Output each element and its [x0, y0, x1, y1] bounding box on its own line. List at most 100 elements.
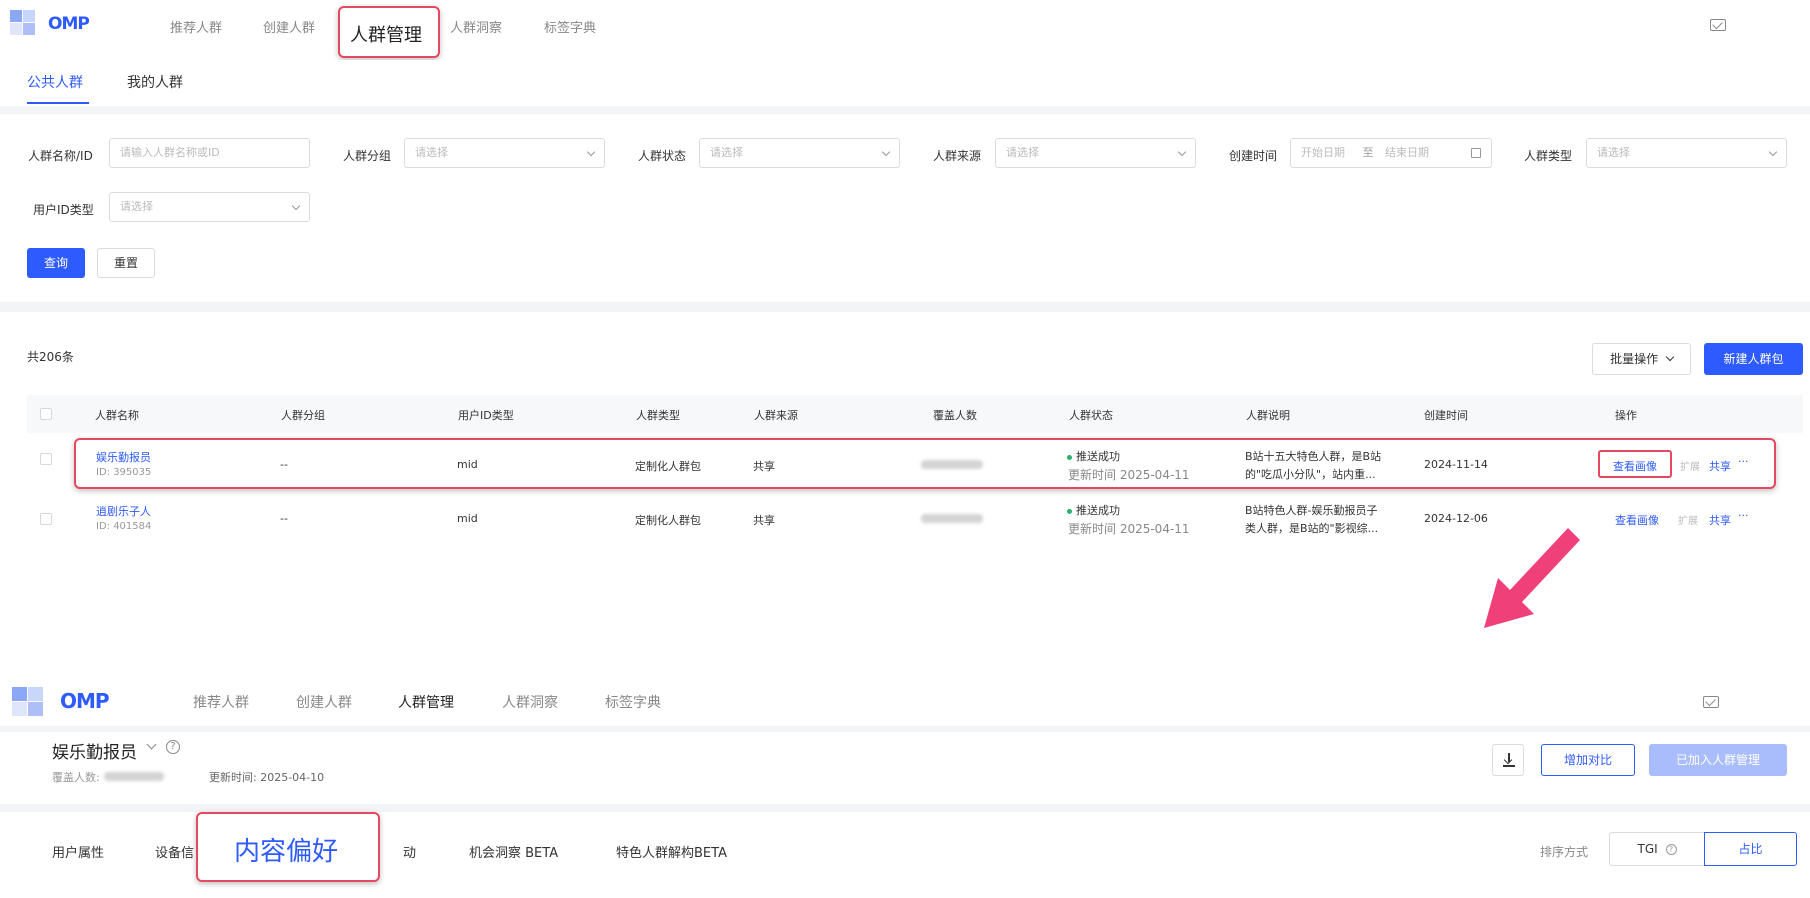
add-compare-button[interactable]: 增加对比: [1541, 744, 1635, 776]
filter-status-placeholder: 请选择: [710, 146, 743, 159]
filter-source-select[interactable]: 请选择: [995, 138, 1196, 168]
help-icon[interactable]: ?: [166, 740, 180, 754]
subtab-bar: 公共人群 我的人群: [0, 60, 1810, 106]
filter-date-range[interactable]: 开始日期 至 结束日期: [1290, 138, 1492, 168]
row-checkbox[interactable]: [40, 453, 52, 465]
share-link[interactable]: 共享: [1709, 458, 1731, 474]
filter-group-select[interactable]: 请选择: [404, 138, 605, 168]
help-icon: ?: [1665, 844, 1677, 855]
mail-icon[interactable]: [1710, 19, 1726, 31]
sort-ratio-button[interactable]: 占比: [1704, 832, 1797, 866]
filter-group-placeholder: 请选择: [415, 146, 448, 159]
tab-user-attrs[interactable]: 用户属性: [52, 842, 104, 861]
expand-link[interactable]: 扩展: [1678, 512, 1698, 527]
tab-content-pref-highlight: 内容偏好: [196, 812, 380, 882]
chevron-down-icon: [1665, 352, 1675, 362]
filter-uid-placeholder: 请选择: [120, 200, 153, 213]
col-created: 创建时间: [1424, 409, 1468, 422]
row-status-text: 推送成功: [1076, 450, 1120, 463]
new-crowd-button[interactable]: 新建人群包: [1704, 343, 1803, 375]
tab-special-crowd[interactable]: 特色人群解构BETA: [616, 842, 727, 861]
mail-icon[interactable]: [1703, 696, 1719, 708]
tab-mine[interactable]: 我的人群: [127, 72, 183, 92]
row-desc-line2: 的"吃瓜小分队"，站内重...: [1245, 468, 1376, 481]
row-id: ID: 395035: [96, 467, 152, 478]
download-button[interactable]: [1492, 744, 1524, 776]
query-button[interactable]: 查询: [27, 248, 85, 278]
row-updated: 更新时间 2025-04-11: [1068, 522, 1190, 536]
filter-group-label: 人群分组: [343, 149, 392, 163]
nav-manage[interactable]: 人群管理: [350, 21, 422, 47]
row-checkbox[interactable]: [40, 513, 52, 525]
row-coverage-blurred: [921, 514, 983, 523]
divider: [0, 302, 1810, 312]
row-highlight: 娱乐勤报员 ID: 395035 -- mid 定制化人群包 共享 推送成功 更…: [74, 438, 1776, 489]
nav-tags[interactable]: 标签字典: [544, 17, 596, 36]
expand-link[interactable]: 扩展: [1680, 458, 1700, 473]
detail-tabs: 用户属性 设备信 内容偏好 动 机会洞察 BETA 特色人群解构BETA 排序方…: [8, 812, 1802, 898]
added-to-manage-button[interactable]: 已加入人群管理: [1649, 744, 1787, 776]
filter-type-select[interactable]: 请选择: [1586, 138, 1787, 168]
list-total: 共206条: [27, 350, 74, 364]
tab-interaction[interactable]: 动: [403, 842, 416, 861]
nav-manage-highlight: 人群管理: [338, 6, 440, 58]
calendar-icon: [1471, 148, 1481, 158]
arrow-icon: [1484, 528, 1580, 628]
col-uid: 用户ID类型: [458, 409, 514, 422]
crowd-summary: 娱乐勤报员 ? 覆盖人数: 更新时间: 2025-04-10 增加对比 已加入人…: [8, 732, 1802, 804]
nav-recommend[interactable]: 推荐人群: [193, 692, 249, 712]
col-name: 人群名称: [95, 409, 139, 422]
nav-create[interactable]: 创建人群: [263, 17, 315, 36]
share-link[interactable]: 共享: [1709, 512, 1731, 528]
date-end-placeholder: 结束日期: [1385, 146, 1429, 159]
row-desc-line1: B站特色人群-娱乐勤报员子: [1245, 504, 1378, 517]
reset-button[interactable]: 重置: [97, 248, 155, 278]
more-icon[interactable]: ···: [1738, 509, 1749, 522]
tab-opportunity[interactable]: 机会洞察 BETA: [469, 842, 558, 861]
row-status: 推送成功: [1067, 502, 1120, 518]
tab-public[interactable]: 公共人群: [27, 72, 83, 92]
col-actions: 操作: [1615, 409, 1637, 422]
col-desc: 人群说明: [1246, 409, 1290, 422]
nav-tags[interactable]: 标签字典: [605, 692, 661, 712]
sort-tgi-button[interactable]: TGI ?: [1609, 832, 1705, 866]
select-all-checkbox[interactable]: [40, 408, 52, 420]
tab-content-pref[interactable]: 内容偏好: [234, 831, 338, 868]
view-profile-link[interactable]: 查看画像: [1615, 512, 1659, 528]
row-type: 定制化人群包: [635, 514, 701, 527]
row-status-text: 推送成功: [1076, 504, 1120, 517]
nav-create[interactable]: 创建人群: [296, 692, 352, 712]
date-to: 至: [1362, 146, 1374, 159]
nav-manage[interactable]: 人群管理: [398, 692, 454, 712]
logo-text: OMP: [60, 689, 110, 713]
status-dot-icon: [1067, 454, 1072, 460]
col-status: 人群状态: [1069, 409, 1113, 422]
logo-text: OMP: [48, 14, 90, 34]
crowd-switch-icon[interactable]: [146, 739, 157, 750]
filter-uid-select[interactable]: 请选择: [109, 192, 310, 222]
filter-status-select[interactable]: 请选择: [699, 138, 900, 168]
row-desc-line1: B站十五大特色人群，是B站: [1245, 450, 1382, 463]
filter-source-placeholder: 请选择: [1006, 146, 1039, 159]
sort-label: 排序方式: [1540, 845, 1589, 859]
batch-label: 批量操作: [1610, 352, 1659, 366]
status-dot-icon: [1067, 508, 1072, 514]
filter-type-placeholder: 请选择: [1597, 146, 1630, 159]
batch-button[interactable]: 批量操作: [1592, 343, 1691, 375]
nav-recommend[interactable]: 推荐人群: [170, 17, 222, 36]
nav-insight[interactable]: 人群洞察: [502, 692, 558, 712]
filter-uid-label: 用户ID类型: [33, 203, 94, 217]
row-created: 2024-11-14: [1424, 458, 1488, 471]
tab-device[interactable]: 设备信: [155, 842, 194, 861]
filter-name-input[interactable]: 请输入人群名称或ID: [109, 138, 310, 168]
row-source: 共享: [753, 514, 775, 527]
filter-source-label: 人群来源: [933, 149, 982, 163]
row-name-link[interactable]: 逍剧乐子人: [96, 503, 151, 519]
more-icon[interactable]: ···: [1738, 455, 1749, 468]
row-desc-line2: 类人群，是B站的"影视综...: [1245, 522, 1379, 535]
nav-insight[interactable]: 人群洞察: [450, 17, 502, 36]
download-icon: [1503, 753, 1515, 767]
row-name-link[interactable]: 娱乐勤报员: [96, 449, 151, 465]
view-profile-link[interactable]: 查看画像: [1613, 458, 1657, 474]
divider: [0, 804, 1810, 812]
